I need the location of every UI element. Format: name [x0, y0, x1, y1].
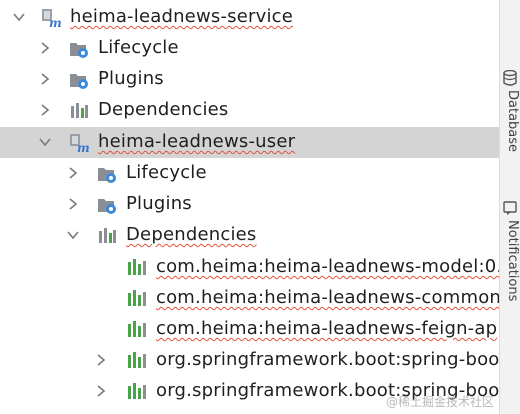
project-label: heima-leadnews-service [70, 6, 294, 27]
library-icon [126, 381, 148, 403]
library-icon [126, 257, 148, 279]
module-dependencies-label: Dependencies [126, 224, 257, 245]
chevron-down-icon[interactable] [12, 10, 26, 24]
chevron-right-icon[interactable] [38, 72, 52, 86]
chevron-right-icon[interactable] [38, 103, 52, 117]
tree-row-dependency[interactable]: com.heima:heima-leadnews-common [0, 283, 500, 314]
chevron-down-icon[interactable] [66, 228, 80, 242]
right-tool-strip: Database Notifications [499, 0, 520, 414]
library-icon [126, 288, 148, 310]
notifications-icon [503, 201, 517, 215]
tree-row-lifecycle[interactable]: Lifecycle [0, 33, 500, 64]
svg-text:m: m [77, 141, 90, 154]
dependency-label: com.heima:heima-leadnews-feign-ap [156, 318, 498, 339]
lifecycle-folder-icon [96, 163, 118, 185]
database-tab[interactable]: Database [503, 70, 520, 152]
dependency-label: com.heima:heima-leadnews-common [156, 287, 500, 308]
library-icon [126, 319, 148, 341]
notifications-tab-label: Notifications [505, 220, 520, 302]
plugins-folder-icon [96, 194, 118, 216]
library-icon [126, 350, 148, 372]
plugins-folder-icon [68, 69, 90, 91]
notifications-tab[interactable]: Notifications [503, 200, 520, 301]
maven-module-icon: m [40, 7, 62, 29]
lifecycle-label: Lifecycle [98, 37, 179, 58]
chevron-down-icon[interactable] [38, 135, 52, 149]
dependency-label: org.springframework.boot:spring-boot [156, 349, 500, 370]
chevron-right-icon[interactable] [94, 353, 108, 367]
tree-row-module-lifecycle[interactable]: Lifecycle [0, 158, 500, 189]
tree-row-module-plugins[interactable]: Plugins [0, 189, 500, 220]
tree-row-plugins[interactable]: Plugins [0, 64, 500, 95]
plugins-label: Plugins [98, 68, 164, 89]
chevron-right-icon[interactable] [66, 197, 80, 211]
svg-text:m: m [49, 16, 62, 29]
module-label: heima-leadnews-user [98, 131, 296, 152]
dependencies-icon [96, 225, 118, 247]
dependency-label: com.heima:heima-leadnews-model:0. [156, 256, 500, 277]
maven-module-icon: m [68, 132, 90, 154]
dependencies-icon [68, 100, 90, 122]
database-icon [503, 70, 517, 86]
module-plugins-label: Plugins [126, 193, 192, 214]
tree-row-dependencies[interactable]: Dependencies [0, 95, 500, 126]
lifecycle-folder-icon [68, 38, 90, 60]
watermark: @稀土掘金技术社区 [385, 395, 494, 409]
tree-row-dependency[interactable]: org.springframework.boot:spring-boot [0, 345, 500, 376]
module-lifecycle-label: Lifecycle [126, 162, 207, 183]
maven-project-tree: m heima-leadnews-service Lifecycle Plugi… [0, 0, 500, 414]
tree-row-project[interactable]: m heima-leadnews-service [0, 2, 500, 33]
dependencies-label: Dependencies [98, 99, 229, 120]
tree-row-dependency[interactable]: com.heima:heima-leadnews-feign-ap [0, 314, 500, 345]
tree-row-dependency[interactable]: com.heima:heima-leadnews-model:0. [0, 252, 500, 283]
tree-row-module[interactable]: m heima-leadnews-user [0, 127, 500, 158]
tree-row-module-dependencies[interactable]: Dependencies [0, 220, 500, 251]
chevron-right-icon[interactable] [94, 384, 108, 398]
chevron-right-icon[interactable] [38, 41, 52, 55]
chevron-right-icon[interactable] [66, 166, 80, 180]
database-tab-label: Database [505, 90, 520, 153]
